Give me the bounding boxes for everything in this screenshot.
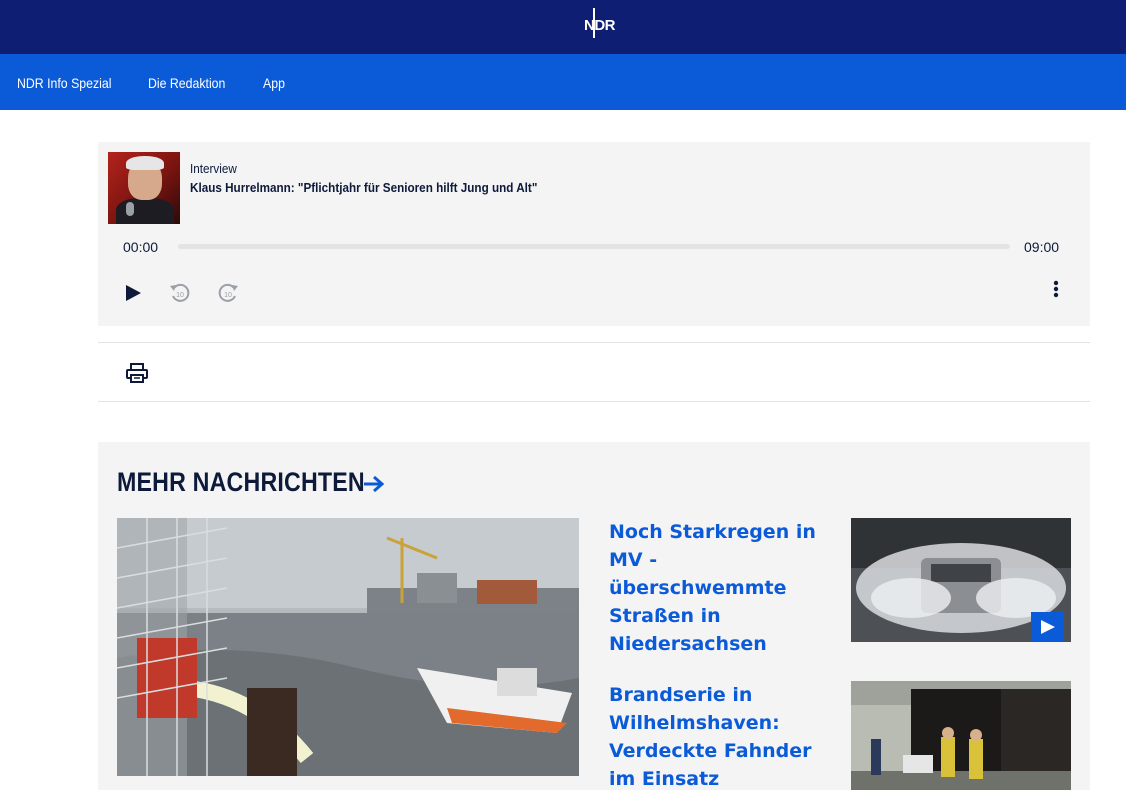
svg-text:10: 10	[176, 292, 184, 299]
arrow-right-icon[interactable]	[362, 474, 386, 494]
article-toolbar	[98, 342, 1090, 402]
thumbnail-hair	[126, 156, 164, 170]
article-title-brandserie[interactable]: Brandserie in Wilhelmshaven: Verdeckte F…	[609, 681, 839, 790]
burned-building-firefighters-photo[interactable]	[851, 681, 1071, 790]
play-icon[interactable]	[122, 282, 144, 304]
harbor-boat-photo[interactable]	[117, 518, 579, 776]
interview-thumbnail	[108, 152, 180, 224]
logo-text: NDR	[584, 17, 616, 34]
forward-10-icon[interactable]: 10	[216, 281, 240, 305]
main-navigation: NDR Info Spezial Die Redaktion App	[0, 54, 1126, 110]
article-title-starkregen[interactable]: Noch Starkregen in MV - überschwemmte St…	[609, 518, 839, 658]
video-play-badge[interactable]	[1031, 612, 1063, 642]
ndr-logo[interactable]: NDR	[583, 8, 617, 40]
flooded-street-car-photo[interactable]	[851, 518, 1071, 642]
player-kicker: Interview	[190, 161, 237, 176]
nav-item-ndr-info-spezial[interactable]: NDR Info Spezial	[17, 75, 112, 91]
audio-player: Interview Klaus Hurrelmann: "Pflichtjahr…	[98, 142, 1090, 326]
nav-item-app[interactable]: App	[263, 75, 285, 91]
current-time: 00:00	[123, 239, 159, 255]
more-news-section: MEHR NACHRICHTEN Noch Starkregen in MV -…	[98, 442, 1090, 790]
more-news-heading[interactable]: MEHR NACHRICHTEN	[117, 467, 365, 498]
player-title: Klaus Hurrelmann: "Pflichtjahr für Senio…	[190, 180, 538, 195]
progress-track[interactable]	[178, 244, 1010, 249]
svg-text:10: 10	[224, 292, 232, 299]
nav-item-die-redaktion[interactable]: Die Redaktion	[148, 75, 225, 91]
site-header: NDR	[0, 0, 1126, 54]
thumbnail-body	[116, 198, 174, 224]
print-icon[interactable]	[126, 362, 148, 384]
thumbnail-microphone	[126, 202, 134, 216]
duration: 09:00	[1024, 239, 1060, 255]
more-options-icon[interactable]	[1046, 278, 1066, 302]
rewind-10-icon[interactable]: 10	[168, 281, 192, 305]
